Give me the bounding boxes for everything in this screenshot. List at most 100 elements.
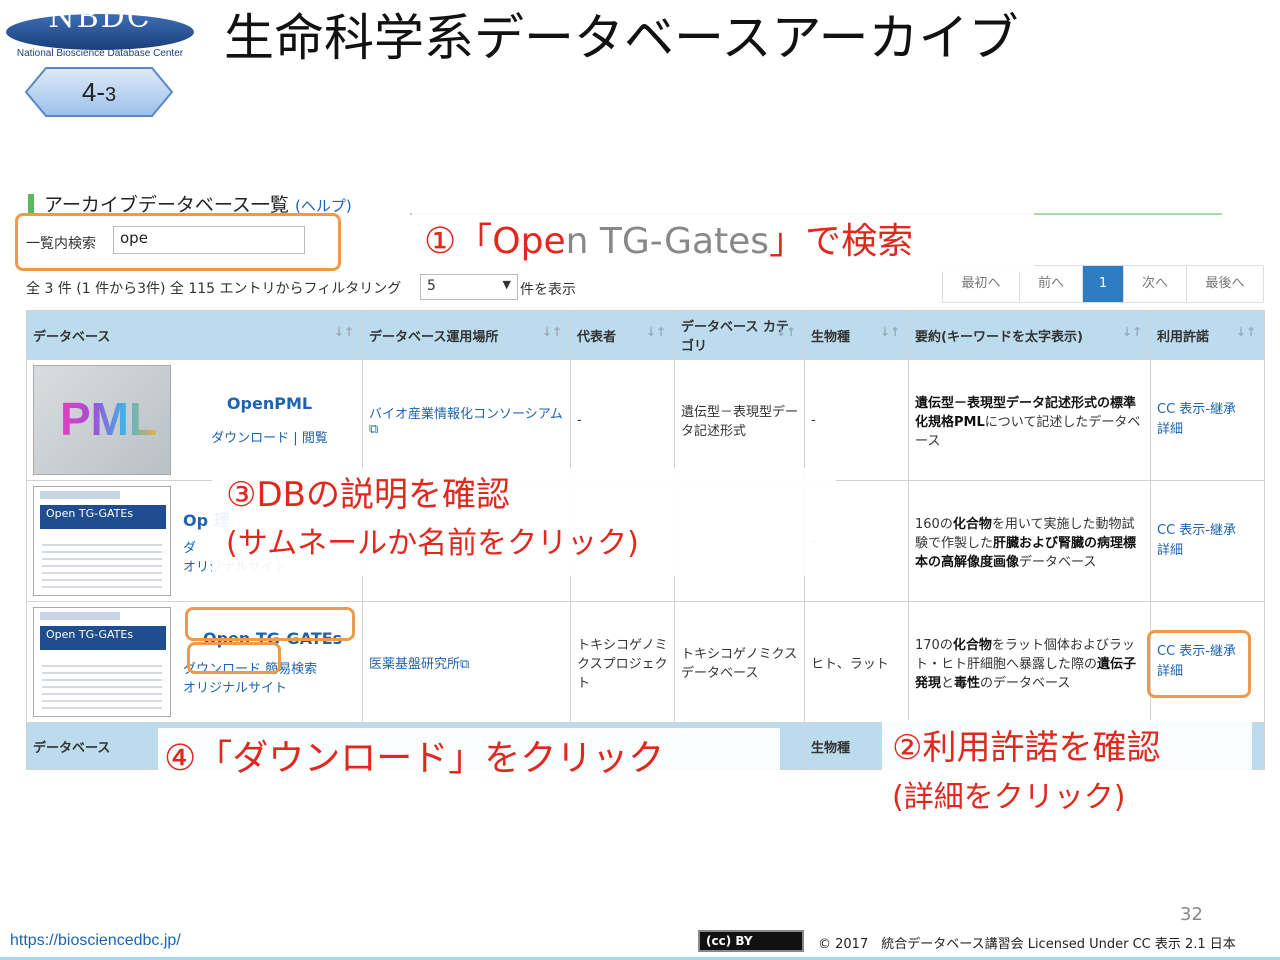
db-name-link[interactable]: OpenPML	[183, 394, 356, 413]
thumbnail-text: Open TG-GATEs	[46, 628, 134, 641]
col-header-species[interactable]: 生物種 ↓↑	[804, 310, 909, 360]
license-notice: © 2017 統合データベース講習会 Licensed Under CC 表示 …	[818, 937, 1236, 952]
license-label: CC 表示-継承	[1157, 402, 1236, 417]
pager-last[interactable]: 最後へ	[1187, 266, 1263, 302]
summary-keyword: 毒性	[954, 675, 981, 691]
pager-page-1[interactable]: 1	[1083, 266, 1124, 302]
col-header-database[interactable]: データベース ↓↑	[26, 310, 363, 360]
page-number: 32	[1180, 904, 1203, 925]
db-thumbnail[interactable]: PML	[33, 365, 171, 475]
annotation-step1-main: ①「Ope	[424, 221, 566, 262]
col-label: 代表者	[577, 329, 617, 345]
page-size-select[interactable]: 5 ▼	[420, 274, 518, 300]
col-label: 生物種	[811, 329, 851, 345]
category-cell: 遺伝型－表現型データ記述形式	[674, 359, 805, 481]
search-highlight	[15, 213, 341, 271]
browse-link[interactable]: 閲覧	[302, 431, 328, 446]
summary-text: データベース	[1019, 554, 1097, 570]
sort-icon: ↓↑	[1235, 325, 1256, 339]
col-header-category[interactable]: データベース カテゴリ ↓↑	[674, 310, 805, 360]
filter-info: 全 3 件 (1 件から3件) 全 115 エントリからフィルタリング	[26, 281, 402, 297]
sort-icon: ↓↑	[645, 325, 666, 339]
annotation-step4: ④「ダウンロード」をクリック	[158, 728, 780, 790]
sort-icon: ↓↑	[541, 325, 562, 339]
download-link[interactable]: ダウンロード	[211, 431, 289, 446]
download-highlight	[187, 642, 281, 674]
section-number: 4-3	[24, 66, 174, 118]
summary-text: のデータベース	[980, 675, 1071, 691]
col-header-site[interactable]: データベース運用場所 ↓↑	[362, 310, 571, 360]
footer-url[interactable]: https://biosciencedbc.jp/	[10, 932, 181, 950]
db-name-highlight	[185, 607, 355, 641]
site-link[interactable]: 医薬基盤研究所	[369, 657, 460, 672]
category-cell: トキシコゲノミクスデータベース	[674, 601, 805, 723]
cc-by-badge-icon: (cc) BY	[698, 930, 804, 952]
annotation-step3: ③DBの説明を確認 (サムネールか名前をクリック)	[212, 468, 836, 576]
license-label: CC 表示-継承	[1157, 523, 1236, 538]
col-label: データベース運用場所	[369, 329, 499, 345]
annotation-step1: ①「Open TG-Gates」で検索	[412, 212, 1034, 272]
col-header-summary[interactable]: 要約(キーワードを太字表示) ↓↑	[908, 310, 1151, 360]
site-cell: バイオ産業情報化コンソーシアム⧉	[362, 359, 571, 481]
summary-keyword: 化合物	[952, 637, 992, 653]
external-link-icon: ⧉	[460, 656, 470, 672]
license-detail-link[interactable]: 詳細	[1157, 420, 1258, 440]
summary-cell: 160の化合物を用いて実施した動物試験で作製した肝臓および腎臓の病理標本の高解像…	[908, 480, 1151, 602]
sort-icon: ↓↑	[333, 325, 354, 339]
summary-cell: 170の化合物をラット個体およびラット・ヒト肝細胞へ暴露した際の遺伝子発現と毒性…	[908, 601, 1151, 723]
chevron-down-icon: ▼	[502, 278, 511, 291]
slide-title: 生命科学系データベースアーカイブ	[224, 9, 1019, 67]
annotation-step2-title: ②利用許諾を確認	[892, 728, 1161, 768]
species-cell: ヒト、ラット	[804, 601, 909, 723]
annotation-step3-sub: (サムネールか名前をクリック)	[226, 526, 639, 561]
nbdc-logo-subtitle: National Bioscience Database Center	[16, 48, 184, 59]
annotation-step3-title: ③DBの説明を確認	[226, 475, 510, 515]
annotation-step2-sub: (詳細をクリック)	[892, 780, 1126, 815]
summary-text: 160の	[915, 516, 953, 532]
link-separator: |	[289, 431, 302, 446]
summary-text: と	[941, 675, 955, 691]
col-header-license[interactable]: 利用許諾 ↓↑	[1150, 310, 1265, 360]
section-major: 4-	[81, 77, 105, 107]
page-size-value: 5	[427, 278, 436, 294]
license-detail-link[interactable]: 詳細	[1157, 541, 1258, 561]
summary-cell: 遺伝型－表現型データ記述形式の標準化規格PMLについて記述したデータベース	[908, 359, 1151, 481]
rep-cell: トキシコゲノミクスプロジェクト	[570, 601, 675, 723]
sort-icon: ↓↑	[879, 325, 900, 339]
col-label: 利用許諾	[1157, 329, 1210, 345]
site-link[interactable]: バイオ産業情報化コンソーシアム	[369, 407, 563, 422]
original-site-link[interactable]: オリジナルサイト	[183, 681, 287, 696]
sort-icon: ↓↑	[775, 325, 796, 339]
db-thumbnail[interactable]: Open TG-GATEs	[33, 607, 171, 717]
annotation-step2: ②利用許諾を確認 (詳細をクリック)	[882, 720, 1252, 828]
nbdc-logo-text: NBDC	[48, 0, 152, 35]
thumbnail-text: PML	[60, 393, 158, 445]
page-size-suffix: 件を表示	[520, 282, 576, 298]
col-label: データベース カテゴリ	[681, 320, 789, 354]
heading-accent-bar	[28, 194, 34, 214]
col-label: 生物種	[811, 740, 851, 756]
col-header-rep[interactable]: 代表者 ↓↑	[570, 310, 675, 360]
pager-next[interactable]: 次へ	[1124, 266, 1187, 302]
section-minor: 3	[105, 84, 117, 106]
annotation-step1-end: 」で検索	[769, 221, 914, 262]
license-cell: CC 表示-継承詳細	[1150, 359, 1265, 481]
db-thumbnail[interactable]: Open TG-GATEs	[33, 486, 171, 596]
col-label: データベース	[33, 329, 111, 345]
sort-icon: ↓↑	[1121, 325, 1142, 339]
table-row: PML OpenPML ダウンロード | 閲覧 バイオ産業情報化コンソーシアム⧉…	[26, 359, 1265, 481]
license-cell: CC 表示-継承詳細	[1150, 480, 1265, 602]
summary-keyword: 化合物	[952, 516, 992, 532]
license-highlight	[1147, 630, 1251, 698]
rep-cell: -	[570, 359, 675, 481]
annotation-step1-grey: n TG-Gates	[565, 221, 770, 262]
external-link-icon: ⧉	[369, 422, 379, 437]
db-cell: PML OpenPML ダウンロード | 閲覧	[26, 359, 363, 481]
download-link[interactable]: ダ	[183, 541, 196, 556]
col-label: 要約(キーワードを太字表示)	[915, 329, 1083, 345]
summary-text: 170の	[915, 637, 953, 653]
col-label: データベース	[33, 740, 111, 756]
site-cell: 医薬基盤研究所⧉	[362, 601, 571, 723]
species-cell: -	[804, 359, 909, 481]
thumbnail-text: Open TG-GATEs	[46, 507, 134, 520]
